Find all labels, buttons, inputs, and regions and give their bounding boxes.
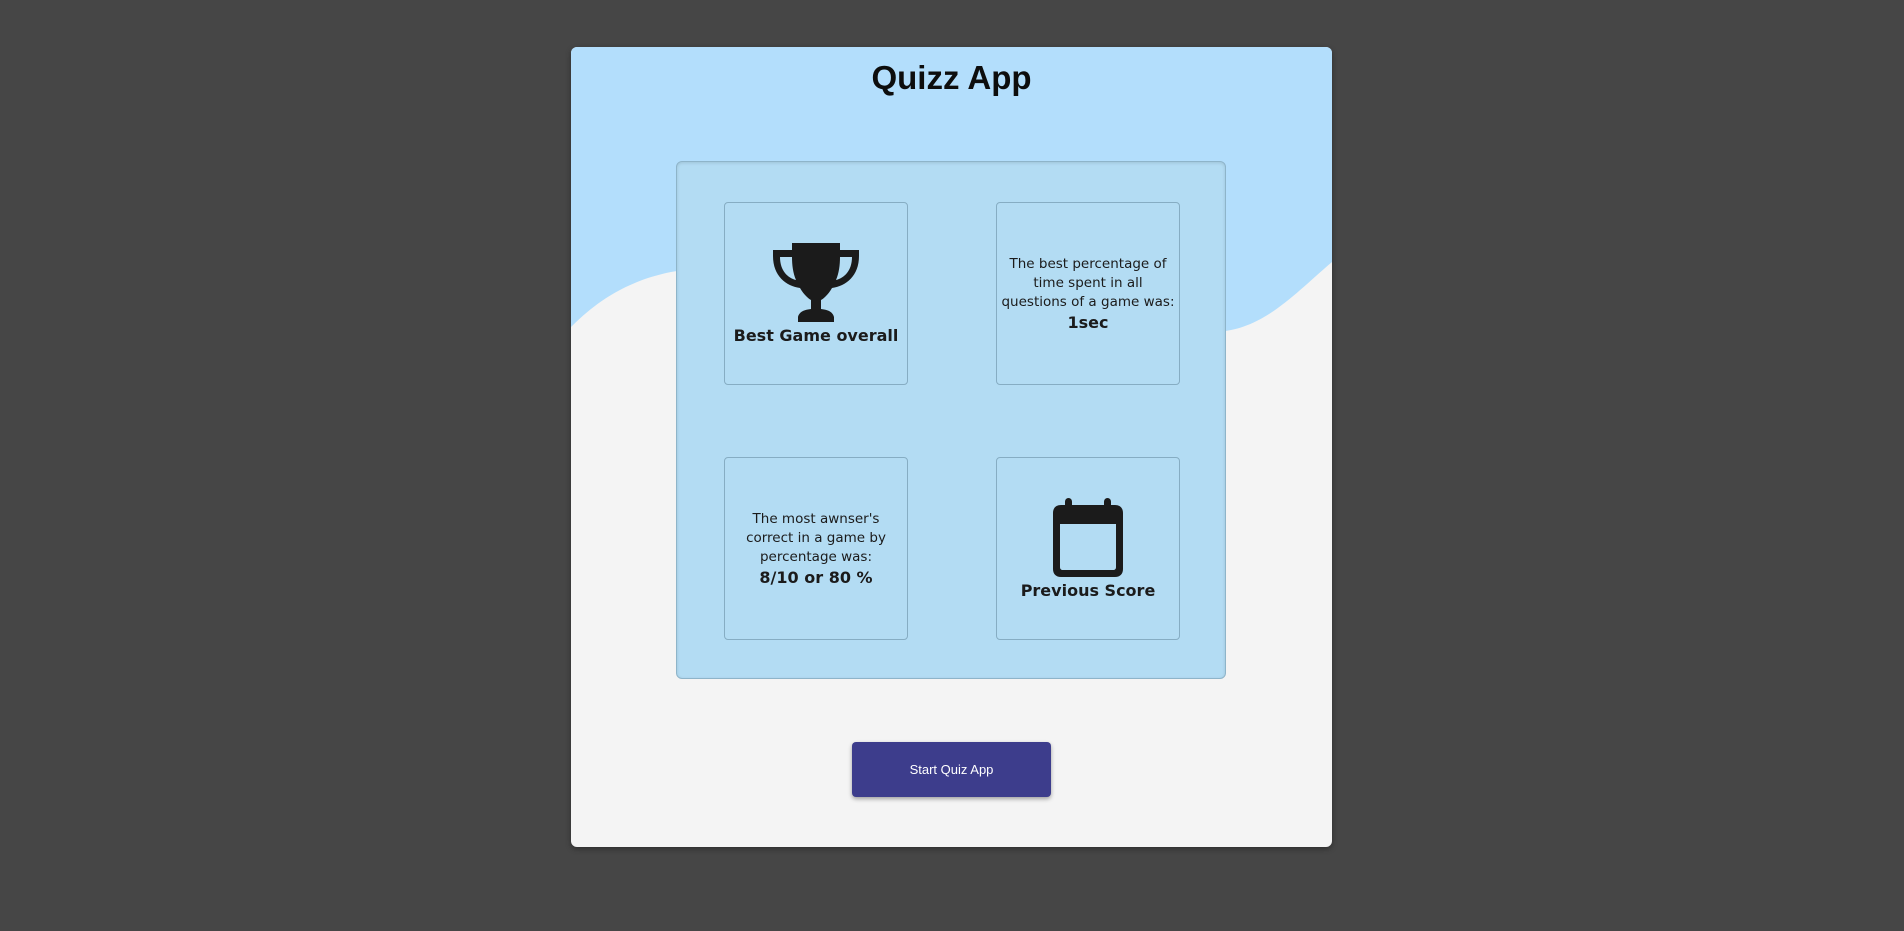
best-time-description: The best percentage of time spent in all… bbox=[1001, 256, 1175, 310]
previous-score-label: Previous Score bbox=[1020, 581, 1156, 600]
start-quiz-button[interactable]: Start Quiz App bbox=[852, 742, 1051, 797]
most-correct-description: The most awnser's correct in a game by p… bbox=[746, 511, 886, 565]
calendar-icon bbox=[1051, 497, 1125, 579]
previous-score-card[interactable]: Previous Score bbox=[996, 457, 1180, 640]
page-title: Quizz App bbox=[871, 59, 1032, 96]
best-time-value: 1sec bbox=[1067, 313, 1109, 332]
quiz-app-card: Quizz App Best Game overall The best per… bbox=[571, 47, 1332, 847]
most-correct-value: 8/10 or 80 % bbox=[759, 568, 873, 587]
stats-panel: Best Game overall The best percentage of… bbox=[676, 161, 1226, 679]
most-correct-card[interactable]: The most awnser's correct in a game by p… bbox=[724, 457, 908, 640]
best-time-card[interactable]: The best percentage of time spent in all… bbox=[996, 202, 1180, 385]
best-game-card[interactable]: Best Game overall bbox=[724, 202, 908, 385]
trophy-icon bbox=[770, 242, 862, 324]
best-game-label: Best Game overall bbox=[733, 326, 899, 345]
